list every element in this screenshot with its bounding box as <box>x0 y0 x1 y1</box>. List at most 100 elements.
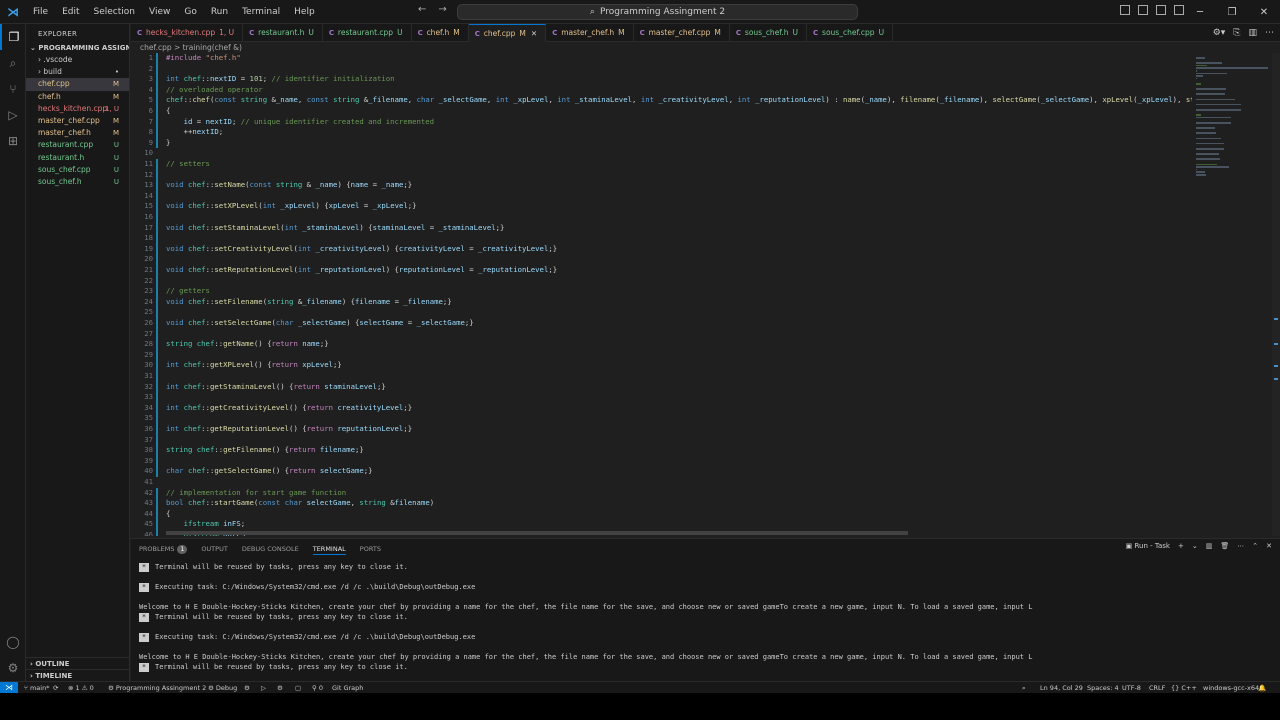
code-line[interactable]: 10 <box>131 148 1192 159</box>
code-line[interactable]: 9} <box>131 137 1192 149</box>
tab-terminal[interactable]: TERMINAL <box>312 543 346 555</box>
settings-gear-icon[interactable]: ⚙ <box>0 655 26 681</box>
code-line[interactable]: 41 <box>131 477 1192 488</box>
close-window-icon[interactable]: ✕ <box>1248 0 1280 24</box>
code-line[interactable]: 16 <box>131 212 1192 223</box>
close-panel-icon[interactable]: ✕ <box>1266 542 1272 550</box>
explorer-icon[interactable]: ❐ <box>0 24 26 50</box>
tab-ports[interactable]: PORTS <box>360 543 381 555</box>
open-changes-icon[interactable]: ⎘ <box>1233 28 1240 38</box>
file-item[interactable]: chef.h M <box>26 91 129 103</box>
code-line[interactable]: 22 <box>131 275 1192 287</box>
code-line[interactable]: 28 string chef::getName() {return name;} <box>131 339 1192 350</box>
code-line[interactable]: 6{ <box>131 106 1192 117</box>
code-line[interactable]: 26 void chef::setSelectGame(char _selectG… <box>131 318 1192 329</box>
code-line[interactable]: 3 int chef::nextID = 101; // identifier i… <box>131 74 1192 85</box>
maximize-panel-icon[interactable]: ⌃ <box>1252 542 1258 550</box>
tab-debug-console[interactable]: DEBUG CONSOLE <box>242 543 299 555</box>
tab-restaurant-h[interactable]: restaurant.hU <box>243 24 323 42</box>
toggle-panel-icon[interactable] <box>1138 5 1148 15</box>
tab-chef-cpp[interactable]: chef.cppM ✕ <box>468 24 547 43</box>
vertical-scrollbar[interactable] <box>1272 53 1280 536</box>
restore-icon[interactable]: ❐ <box>1216 0 1248 24</box>
more-actions-icon[interactable]: ⋯ <box>1265 28 1274 38</box>
more-actions-icon[interactable]: ⋯ <box>1237 542 1244 550</box>
file-item[interactable]: restaurant.cpp U <box>26 139 129 151</box>
code-line[interactable]: 24 void chef::setFilename(string &_filena… <box>131 296 1192 308</box>
menu-item-go[interactable]: Go <box>177 0 203 24</box>
code-line[interactable]: 30 int chef::getXPLevel() {return xpLevel… <box>131 360 1192 371</box>
search-view-icon[interactable]: ⌕ <box>0 50 26 76</box>
tab-hecks-kitchen-cpp[interactable]: hecks_kitchen.cpp1, U <box>131 24 244 42</box>
code-line[interactable]: 36 int chef::getReputationLevel() {return… <box>131 424 1192 435</box>
tab-master-chef-cpp[interactable]: master_chef.cppM <box>634 24 730 42</box>
code-line[interactable]: 42 // implementation for start game funct… <box>131 487 1192 499</box>
menu-item-terminal[interactable]: Terminal <box>235 0 287 24</box>
run-debug-icon[interactable]: ▷ <box>0 102 26 128</box>
code-line[interactable]: 15 void chef::setXPLevel(int _xpLevel) {x… <box>131 201 1192 212</box>
code-line[interactable]: 35 <box>131 413 1192 424</box>
code-line[interactable]: 37 <box>131 434 1192 446</box>
code-line[interactable]: 39 <box>131 455 1192 467</box>
tab-master-chef-h[interactable]: master_chef.hM <box>546 24 634 42</box>
tab-output[interactable]: OUTPUT <box>201 543 228 555</box>
tab-problems[interactable]: PROBLEMS 1 <box>139 543 188 555</box>
code-line[interactable]: 23 // getters <box>131 286 1192 297</box>
code-line[interactable]: 21 void chef::setReputationLevel(int _rep… <box>131 265 1192 276</box>
menu-item-help[interactable]: Help <box>287 0 322 24</box>
code-line[interactable]: 20 <box>131 254 1192 265</box>
customize-layout-icon[interactable] <box>1174 5 1184 15</box>
code-line[interactable]: 40 char chef::getSelectGame() {return sel… <box>131 466 1192 477</box>
menu-item-edit[interactable]: Edit <box>55 0 86 24</box>
close-tab-icon[interactable]: ✕ <box>531 29 537 38</box>
tab-restaurant-cpp[interactable]: restaurant.cppU <box>323 24 412 42</box>
outline-section[interactable]: › OUTLINE <box>26 657 130 669</box>
code-line[interactable]: 32 int chef::getStaminaLevel() {return st… <box>131 381 1192 393</box>
breadcrumb[interactable]: chef.cpp > training(chef &) <box>140 43 242 53</box>
code-editor[interactable]: 1 #include "chef.h" 2 3 int chef::nextID = 1… <box>131 53 1192 536</box>
code-line[interactable]: 13 void chef::setName(const string & _nam… <box>131 180 1192 191</box>
code-line[interactable]: 4 // overloaded operator <box>131 84 1192 96</box>
code-line[interactable]: 44 { <box>131 508 1192 520</box>
toggle-secondary-sidebar-icon[interactable] <box>1156 5 1166 15</box>
code-line[interactable]: 2 <box>131 63 1192 75</box>
code-line[interactable]: 33 <box>131 392 1192 403</box>
code-line[interactable]: 29 <box>131 349 1192 361</box>
code-line[interactable]: 8 ++nextID; <box>131 127 1192 138</box>
file-item[interactable]: master_chef.h M <box>26 127 129 139</box>
code-line[interactable]: 25 <box>131 307 1192 318</box>
kill-terminal-icon[interactable]: 🗑 <box>1220 542 1229 550</box>
folder-item[interactable]: › .vscode <box>26 54 129 66</box>
forward-arrow-icon[interactable]: → <box>438 4 446 15</box>
folder-item[interactable]: › build • <box>26 66 129 78</box>
toggle-sidebar-icon[interactable] <box>1120 5 1130 15</box>
terminal-dropdown-icon[interactable]: ⌄ <box>1192 542 1198 550</box>
file-item[interactable]: master_chef.cpp M <box>26 115 129 127</box>
tab-sous-chef-cpp[interactable]: sous_chef.cppU <box>807 24 894 42</box>
source-control-icon[interactable]: ⑂ <box>0 76 26 102</box>
file-item[interactable]: chef.cpp M <box>26 78 129 91</box>
menu-item-selection[interactable]: Selection <box>87 0 142 24</box>
back-arrow-icon[interactable]: ← <box>418 4 426 15</box>
code-line[interactable]: 31 <box>131 371 1192 382</box>
code-line[interactable]: 18 <box>131 233 1192 244</box>
menu-item-view[interactable]: View <box>142 0 177 24</box>
account-icon[interactable]: ◯ <box>0 629 26 655</box>
menu-item-file[interactable]: File <box>26 0 55 24</box>
new-terminal-icon[interactable]: + <box>1178 542 1184 550</box>
code-line[interactable]: 27 <box>131 328 1192 340</box>
tab-sous-chef-h[interactable]: sous_chef.hU <box>730 24 808 42</box>
code-line[interactable]: 34 int chef::getCreativityLevel() {return… <box>131 402 1192 414</box>
code-line[interactable]: 14 <box>131 190 1192 202</box>
file-item[interactable]: sous_chef.cpp U <box>26 164 129 176</box>
code-line[interactable]: 11 // setters <box>131 159 1192 170</box>
minimize-icon[interactable]: ─ <box>1184 0 1216 24</box>
code-line[interactable]: 43 bool chef::startGame(const char select… <box>131 498 1192 509</box>
code-line[interactable]: 12 <box>131 169 1192 181</box>
code-line[interactable]: 17 void chef::setStaminaLevel(int _stamin… <box>131 222 1192 234</box>
tab-chef-h[interactable]: chef.hM <box>412 24 469 42</box>
code-line[interactable]: 45 ifstream inFS; <box>131 519 1192 530</box>
code-line[interactable]: 19 void chef::setCreativityLevel(int _cre… <box>131 243 1192 255</box>
split-terminal-icon[interactable]: ▥ <box>1206 542 1213 550</box>
menu-item-run[interactable]: Run <box>204 0 235 24</box>
